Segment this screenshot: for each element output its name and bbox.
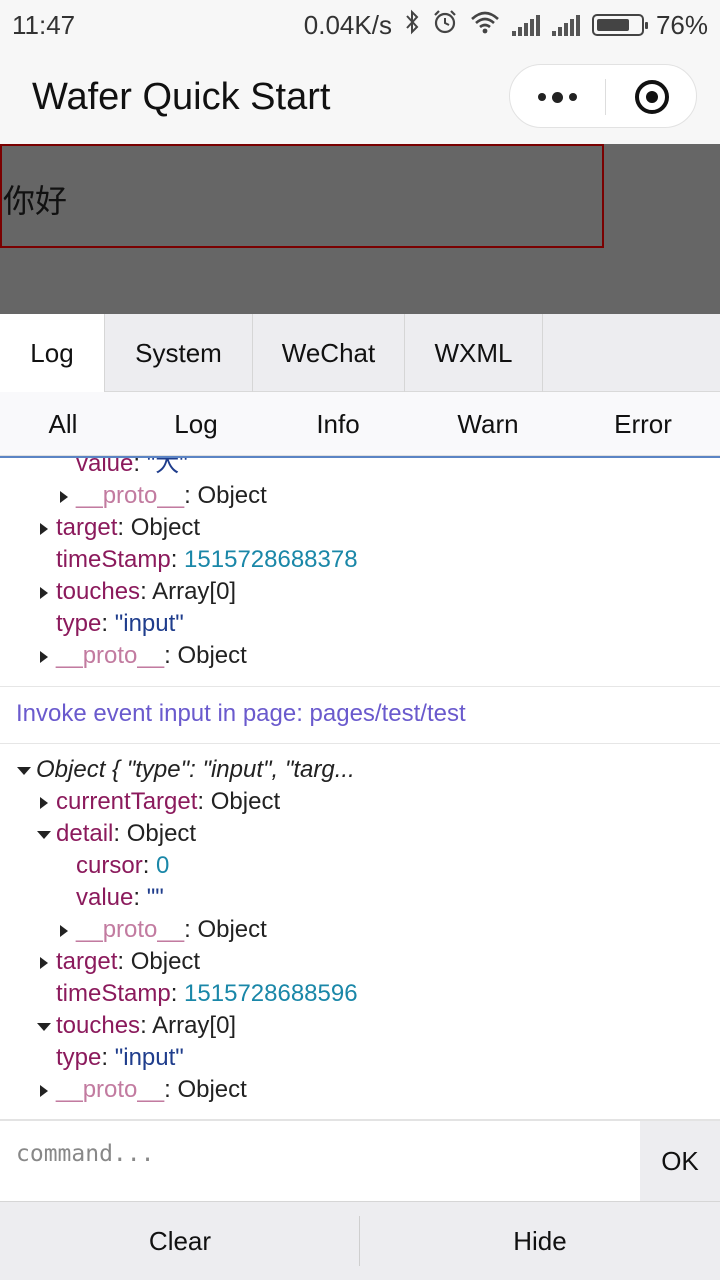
expand-arrow-icon[interactable] — [60, 491, 68, 503]
log-row: cursor: 0 — [76, 852, 170, 879]
log-row[interactable]: __proto__: Object — [0, 480, 720, 512]
log-row: type: "input" — [56, 1044, 184, 1071]
wifi-icon — [470, 10, 500, 41]
log-row[interactable]: touches: Array[0] — [0, 1010, 720, 1042]
log-row: type: "input" — [56, 610, 184, 637]
log-row[interactable]: target: Object — [0, 946, 720, 978]
tab-wechat[interactable]: WeChat — [253, 314, 405, 392]
alarm-icon — [432, 9, 458, 42]
log-row[interactable]: Object { "type": "input", "targ... — [0, 754, 720, 786]
filter-info[interactable]: Info — [266, 392, 410, 456]
expand-arrow-icon[interactable] — [40, 651, 48, 663]
status-bar: 11:47 0.04K/s 76% — [0, 0, 720, 50]
more-icon — [538, 93, 546, 101]
signal-icon — [511, 14, 540, 36]
close-target-icon — [635, 80, 669, 114]
collapse-arrow-icon[interactable] — [37, 831, 51, 839]
log-row[interactable]: __proto__: Object — [0, 1074, 720, 1106]
status-time: 11:47 — [12, 10, 76, 40]
object-summary: Object { "type": "input", "targ... — [36, 756, 355, 783]
input-value: 你好 — [3, 182, 68, 220]
tab-system[interactable]: System — [105, 314, 253, 392]
log-entry-partial: value: "大" __proto__: Object target: Obj… — [0, 456, 720, 672]
collapse-arrow-icon[interactable] — [37, 1023, 51, 1031]
log-filters: All Log Info Warn Error — [0, 392, 720, 456]
status-icons: 0.04K/s 76% — [304, 8, 708, 42]
expand-arrow-icon[interactable] — [60, 925, 68, 937]
footer-divider — [359, 1216, 360, 1266]
tab-wxml[interactable]: WXML — [405, 314, 543, 392]
battery-percent: 76% — [655, 9, 708, 40]
console-footer: Clear Hide — [0, 1201, 720, 1280]
expand-arrow-icon[interactable] — [40, 523, 48, 535]
filter-all[interactable]: All — [0, 392, 126, 456]
log-row: timeStamp: 1515728688596 — [56, 980, 358, 1007]
page-content: 你好 — [0, 144, 720, 314]
navigation-bar: Wafer Quick Start — [0, 50, 720, 144]
log-row[interactable]: __proto__: Object — [0, 914, 720, 946]
tab-log[interactable]: Log — [0, 314, 105, 392]
collapse-arrow-icon[interactable] — [17, 767, 31, 775]
page-title: Wafer Quick Start — [32, 76, 331, 118]
hide-button[interactable]: Hide — [360, 1202, 720, 1280]
clear-button[interactable]: Clear — [0, 1202, 360, 1280]
expand-arrow-icon[interactable] — [40, 587, 48, 599]
more-icon-dot — [552, 91, 563, 103]
command-input[interactable]: command... — [16, 1141, 154, 1167]
command-bar: command... OK — [0, 1119, 720, 1201]
filter-log[interactable]: Log — [126, 392, 266, 456]
battery-fill — [596, 19, 629, 31]
bluetooth-icon — [404, 9, 420, 42]
console-tabs: Log System WeChat WXML — [0, 314, 720, 392]
filter-error[interactable]: Error — [566, 392, 720, 456]
battery-icon — [591, 14, 648, 36]
log-row[interactable]: target: Object — [0, 512, 720, 544]
log-row[interactable]: touches: Array[0] — [0, 576, 720, 608]
text-input[interactable] — [0, 144, 604, 248]
menu-capsule — [509, 64, 697, 128]
log-row[interactable]: detail: Object — [0, 818, 720, 850]
log-row: value: "" — [76, 884, 164, 911]
expand-arrow-icon[interactable] — [40, 957, 48, 969]
log-row: value: "大" — [76, 456, 188, 477]
network-speed: 0.04K/s — [303, 9, 392, 40]
log-row[interactable]: currentTarget: Object — [0, 786, 720, 818]
log-list[interactable]: value: "大" __proto__: Object target: Obj… — [0, 456, 720, 1119]
more-button[interactable] — [510, 65, 605, 129]
expand-arrow-icon[interactable] — [40, 1085, 48, 1097]
filter-warn[interactable]: Warn — [410, 392, 566, 456]
log-entry: Object { "type": "input", "targ... curre… — [0, 754, 720, 1106]
more-icon-dot — [569, 93, 577, 101]
ok-button[interactable]: OK — [640, 1121, 720, 1201]
log-info-message: Invoke event input in page: pages/test/t… — [0, 686, 720, 744]
expand-arrow-icon[interactable] — [40, 797, 48, 809]
signal-icon — [551, 14, 580, 36]
log-row: timeStamp: 1515728688378 — [56, 546, 358, 573]
log-row[interactable]: __proto__: Object — [0, 640, 720, 672]
close-button[interactable] — [606, 65, 698, 129]
